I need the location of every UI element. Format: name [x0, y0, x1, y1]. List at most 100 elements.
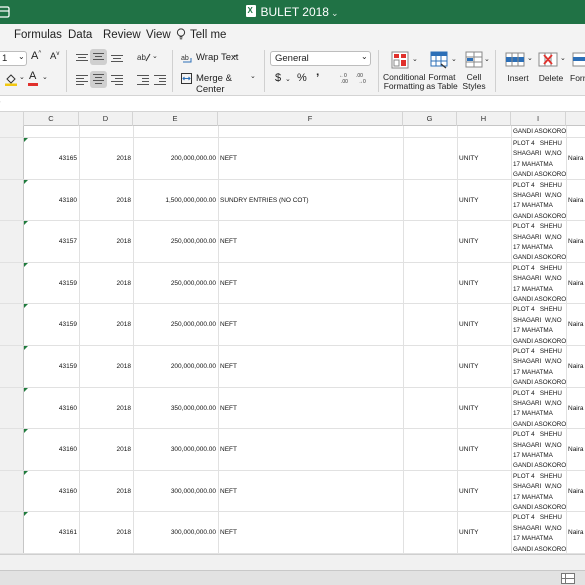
cell-e[interactable]: 250,000,000.00: [133, 321, 216, 328]
decrease-indent-icon[interactable]: [137, 74, 149, 86]
table-row[interactable]: 43159 2018 200,000,000.00 NEFT UNITY Naira PLO…: [0, 346, 585, 388]
cell-e[interactable]: 200,000,000.00: [133, 155, 216, 162]
cell-i-address[interactable]: PLOT 4 SHEHU SHAGARI W,NO 17 MAHATMA GAN…: [513, 389, 567, 431]
cell-c[interactable]: 43159: [24, 321, 77, 328]
cell-d[interactable]: 2018: [79, 155, 131, 162]
column-header-f[interactable]: F: [218, 112, 403, 126]
cell-j[interactable]: Naira: [568, 363, 585, 370]
table-row-partial[interactable]: GANDI ASOKORO: [0, 126, 585, 138]
cell-h[interactable]: UNITY: [459, 529, 509, 536]
worksheet-grid[interactable]: GANDI ASOKORO 43165 2018 200,000,000.00 NEF…: [0, 126, 585, 554]
cell-i-address[interactable]: PLOT 4 SHEHU SHAGARI W,NO 17 MAHATMA GAN…: [513, 264, 567, 306]
cell-c[interactable]: 43160: [24, 405, 77, 412]
cell-e[interactable]: 250,000,000.00: [133, 280, 216, 287]
align-bottom-icon[interactable]: [111, 53, 123, 63]
cell-i-partial[interactable]: GANDI ASOKORO: [513, 128, 566, 135]
normal-view-icon[interactable]: [561, 573, 575, 584]
tab-view[interactable]: View: [146, 24, 171, 46]
decrease-decimal-icon[interactable]: .00 →0: [356, 72, 370, 84]
cell-c[interactable]: 43165: [24, 155, 77, 162]
table-row[interactable]: 43160 2018 300,000,000.00 NEFT UNITY Naira PLO…: [0, 470, 585, 514]
cell-h[interactable]: UNITY: [459, 197, 509, 204]
table-row[interactable]: 43165 2018 200,000,000.00 NEFT UNITY Naira PLO…: [0, 138, 585, 180]
cell-i-address[interactable]: PLOT 4 SHEHU SHAGARI W,NO 17 MAHATMA GAN…: [513, 222, 567, 264]
cell-h[interactable]: UNITY: [459, 280, 509, 287]
cell-j[interactable]: Naira: [568, 238, 585, 245]
cell-j[interactable]: Naira: [568, 446, 585, 453]
error-indicator-icon[interactable]: [24, 470, 28, 475]
table-row[interactable]: 43180 2018 1,500,000,000.00 SUNDRY ENTRIES …: [0, 179, 585, 223]
cell-d[interactable]: 2018: [79, 405, 131, 412]
cell-j[interactable]: Naira: [568, 405, 585, 412]
error-indicator-icon[interactable]: [24, 387, 28, 392]
cell-c[interactable]: 43161: [24, 529, 77, 536]
increase-indent-icon[interactable]: [154, 74, 166, 86]
cell-e[interactable]: 300,000,000.00: [133, 446, 216, 453]
cell-j[interactable]: Naira: [568, 155, 585, 162]
column-header-g[interactable]: G: [403, 112, 457, 126]
cell-h[interactable]: UNITY: [459, 321, 509, 328]
formula-bar[interactable]: ›: [0, 96, 585, 112]
name-box-chevron-icon[interactable]: ›: [0, 97, 1, 106]
sheet-tab-bar[interactable]: [0, 554, 585, 570]
percent-format-button[interactable]: %: [297, 72, 307, 84]
align-left-icon[interactable]: [76, 74, 88, 85]
align-right-icon[interactable]: [111, 74, 123, 85]
cell-j[interactable]: Naira: [568, 488, 585, 495]
cell-c[interactable]: 43160: [24, 488, 77, 495]
column-header-h[interactable]: H: [457, 112, 511, 126]
column-header-d[interactable]: D: [79, 112, 133, 126]
table-row[interactable]: 43160 2018 350,000,000.00 NEFT UNITY Naira PLO…: [0, 387, 585, 431]
select-all-corner[interactable]: [0, 112, 24, 126]
cell-d[interactable]: 2018: [79, 363, 131, 370]
delete-button[interactable]: ⌄ Delete: [536, 49, 570, 89]
font-size-select[interactable]: 1 ⌄: [0, 51, 27, 66]
cell-i-address[interactable]: PLOT 4 SHEHU SHAGARI W,NO 17 MAHATMA GAN…: [513, 139, 567, 181]
cell-i-address[interactable]: PLOT 4 SHEHU SHAGARI W,NO 17 MAHATMA GAN…: [513, 430, 567, 472]
cell-c[interactable]: 43159: [24, 280, 77, 287]
tell-me-search[interactable]: Tell me: [176, 24, 226, 46]
cell-f[interactable]: NEFT: [220, 363, 400, 370]
align-middle-button[interactable]: [90, 49, 107, 65]
cell-i-address[interactable]: PLOT 4 SHEHU SHAGARI W,NO 17 MAHATMA GAN…: [513, 181, 567, 223]
cell-j[interactable]: Naira: [568, 529, 585, 536]
cell-j[interactable]: Naira: [568, 197, 585, 204]
increase-decimal-icon[interactable]: ←0 .00: [339, 72, 353, 84]
cell-e[interactable]: 250,000,000.00: [133, 238, 216, 245]
table-row[interactable]: 43159 2018 250,000,000.00 NEFT UNITY Naira PLO…: [0, 304, 585, 346]
cell-i-address[interactable]: PLOT 4 SHEHU SHAGARI W,NO 17 MAHATMA GAN…: [513, 305, 567, 347]
currency-format-button[interactable]: $: [275, 72, 281, 84]
error-indicator-icon[interactable]: [24, 346, 28, 350]
cell-c[interactable]: 43160: [24, 446, 77, 453]
table-row[interactable]: 43161 2018 300,000,000.00 NEFT UNITY Naira PLO…: [0, 512, 585, 554]
cell-f[interactable]: NEFT: [220, 488, 400, 495]
cell-j[interactable]: Naira: [568, 280, 585, 287]
cell-f[interactable]: NEFT: [220, 280, 400, 287]
table-row[interactable]: 43159 2018 250,000,000.00 NEFT UNITY Naira PLO…: [0, 262, 585, 306]
format-as-table-button[interactable]: ⌄ Format as Table: [425, 49, 459, 95]
tab-data[interactable]: Data: [68, 24, 92, 46]
cell-d[interactable]: 2018: [79, 446, 131, 453]
comma-style-button[interactable]: ’: [316, 71, 319, 85]
error-indicator-icon[interactable]: [24, 221, 28, 226]
table-row[interactable]: 43160 2018 300,000,000.00 NEFT UNITY Naira PLO…: [0, 429, 585, 471]
cell-i-address[interactable]: PLOT 4 SHEHU SHAGARI W,NO 17 MAHATMA GAN…: [513, 472, 567, 514]
cell-d[interactable]: 2018: [79, 488, 131, 495]
orientation-icon[interactable]: ab: [137, 51, 151, 63]
column-header-j[interactable]: [566, 112, 585, 126]
cell-h[interactable]: UNITY: [459, 405, 509, 412]
cell-f[interactable]: NEFT: [220, 529, 400, 536]
column-header-c[interactable]: C: [24, 112, 79, 126]
error-indicator-icon[interactable]: [24, 304, 28, 309]
cell-f[interactable]: NEFT: [220, 238, 400, 245]
insert-button[interactable]: ⌄ Insert: [502, 49, 536, 89]
cell-e[interactable]: 1,500,000,000.00: [133, 197, 216, 204]
currency-chevron-icon[interactable]: ⌄: [285, 75, 291, 83]
cell-f[interactable]: NEFT: [220, 446, 400, 453]
font-color-chevron-icon[interactable]: ⌄: [42, 73, 48, 81]
cell-d[interactable]: 2018: [79, 280, 131, 287]
orientation-chevron-icon[interactable]: ⌄: [152, 52, 158, 60]
font-color-icon[interactable]: A: [29, 70, 36, 82]
error-indicator-icon[interactable]: [24, 429, 28, 434]
error-indicator-icon[interactable]: [24, 138, 28, 142]
